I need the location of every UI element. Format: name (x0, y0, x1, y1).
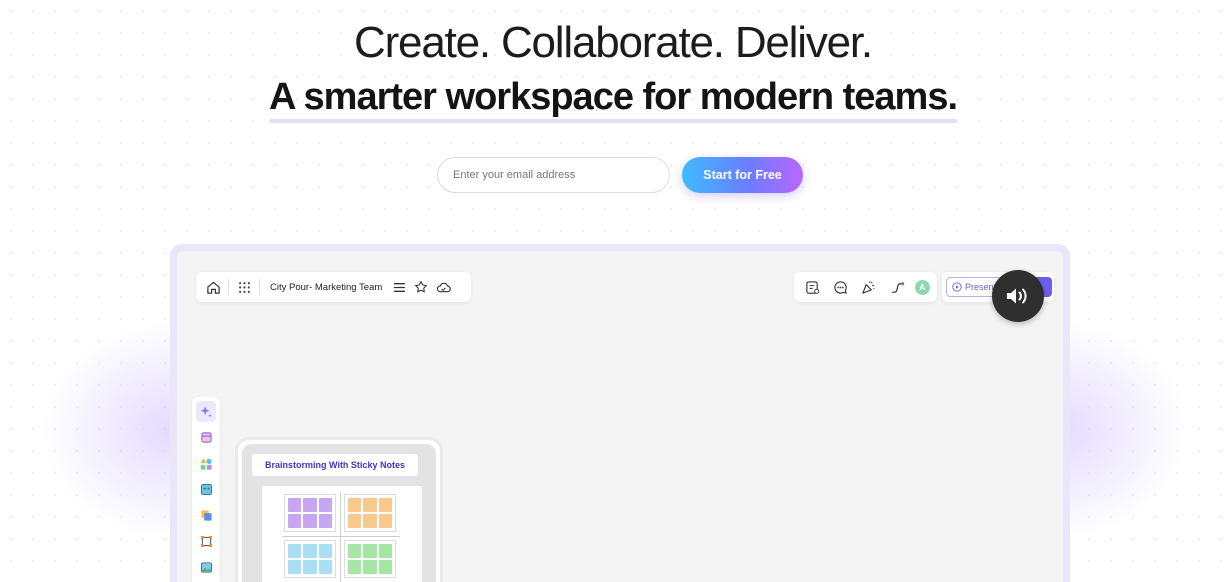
comment-icon[interactable] (830, 276, 852, 298)
layers-icon[interactable] (196, 505, 216, 526)
hero-subheadline-text: A smarter workspace for modern teams. (268, 76, 958, 123)
avatar[interactable]: A (914, 279, 930, 295)
ai-sparkle-icon[interactable] (196, 401, 216, 422)
hero-headline: Create. Collaborate. Deliver. (354, 18, 873, 67)
start-for-free-button[interactable]: Start for Free (682, 157, 803, 193)
present-label: Present (964, 282, 997, 292)
sticky-note-cluster-green (344, 540, 396, 578)
hero-subheadline: A smarter workspace for modern teams. (0, 76, 1226, 123)
sticky-note-cluster-purple (284, 494, 336, 532)
board-topbar-right: A (794, 272, 937, 302)
creation-toolbar (192, 397, 220, 582)
divider (259, 279, 260, 295)
template-title: Brainstorming With Sticky Notes (252, 454, 418, 476)
grid-icon[interactable] (233, 276, 255, 298)
sticker-icon[interactable] (196, 479, 216, 500)
email-input[interactable] (437, 157, 670, 193)
notes-icon[interactable] (801, 276, 823, 298)
play-icon (952, 282, 962, 292)
image-icon[interactable] (196, 557, 216, 578)
sticky-note-cluster-blue (284, 540, 336, 578)
home-icon[interactable] (202, 276, 224, 298)
sticky-note-cluster-orange (344, 494, 396, 532)
speaker-icon (1007, 288, 1027, 304)
database-icon[interactable] (196, 427, 216, 448)
menu-icon[interactable] (388, 276, 410, 298)
sound-toggle-button[interactable] (992, 270, 1044, 322)
divider (340, 492, 341, 582)
board-topbar-left: City Pour- Marketing Team (196, 272, 471, 302)
board-name[interactable]: City Pour- Marketing Team (270, 282, 382, 293)
cloud-icon[interactable] (432, 276, 454, 298)
frame-icon[interactable] (196, 531, 216, 552)
divider (228, 279, 229, 295)
template-card[interactable]: Brainstorming With Sticky Notes (235, 437, 443, 582)
sticky-notes-board (262, 486, 422, 582)
app-preview-frame: City Pour- Marketing Team A Present Brai… (170, 244, 1070, 582)
celebrate-icon[interactable] (858, 276, 880, 298)
connector-icon[interactable] (886, 276, 908, 298)
template-preview: Brainstorming With Sticky Notes (242, 444, 436, 582)
board-canvas[interactable]: City Pour- Marketing Team A Present Brai… (177, 251, 1063, 582)
star-icon[interactable] (410, 276, 432, 298)
shapes-icon[interactable] (196, 453, 216, 474)
divider (282, 536, 400, 537)
